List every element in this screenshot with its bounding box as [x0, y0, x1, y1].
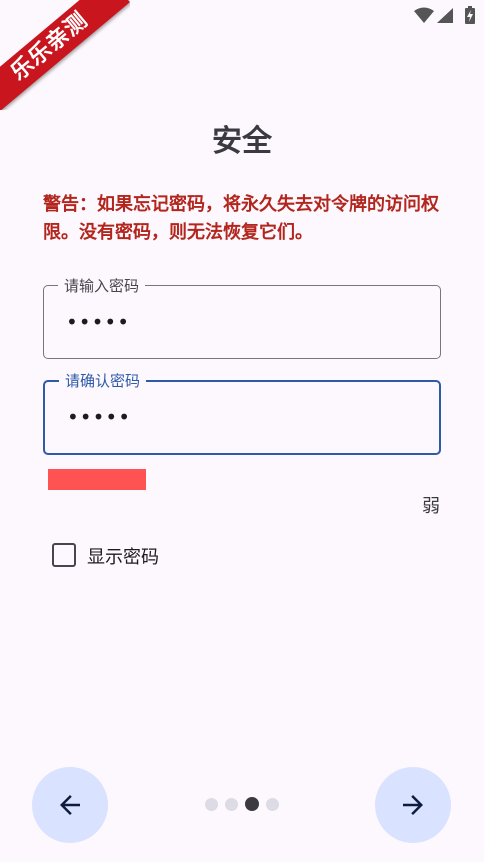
- back-button[interactable]: [32, 767, 108, 843]
- show-password-label[interactable]: 显示密码: [87, 543, 159, 569]
- show-password-checkbox[interactable]: [52, 543, 76, 567]
- page-title: 安全: [212, 124, 272, 159]
- signal-icon: [437, 8, 453, 23]
- battery-charging-icon: [465, 6, 475, 24]
- wifi-icon: [414, 7, 434, 23]
- warning-text: 警告：如果忘记密码，将永久失去对令牌的访问权限。没有密码，则无法恢复它们。: [43, 194, 439, 243]
- password-input[interactable]: [44, 286, 444, 360]
- page-indicator-dot-3-active: [245, 797, 259, 811]
- confirm-password-input[interactable]: [45, 382, 443, 455]
- password-field[interactable]: 请输入密码 •••••: [43, 275, 444, 360]
- page-indicator-dot-2: [225, 798, 238, 811]
- next-button[interactable]: [375, 767, 451, 843]
- arrow-left-icon: [60, 795, 80, 815]
- arrow-right-icon: [403, 795, 423, 815]
- corner-ribbon: 乐乐亲测: [0, 0, 130, 110]
- password-strength-bar: [48, 469, 146, 490]
- page-indicator-dot-4: [266, 798, 279, 811]
- page-indicator-dot-1: [205, 798, 218, 811]
- ribbon-text: 乐乐亲测: [0, 0, 130, 110]
- confirm-password-field[interactable]: 请确认密码 •••••: [43, 370, 443, 455]
- password-strength-label: 弱: [422, 496, 440, 517]
